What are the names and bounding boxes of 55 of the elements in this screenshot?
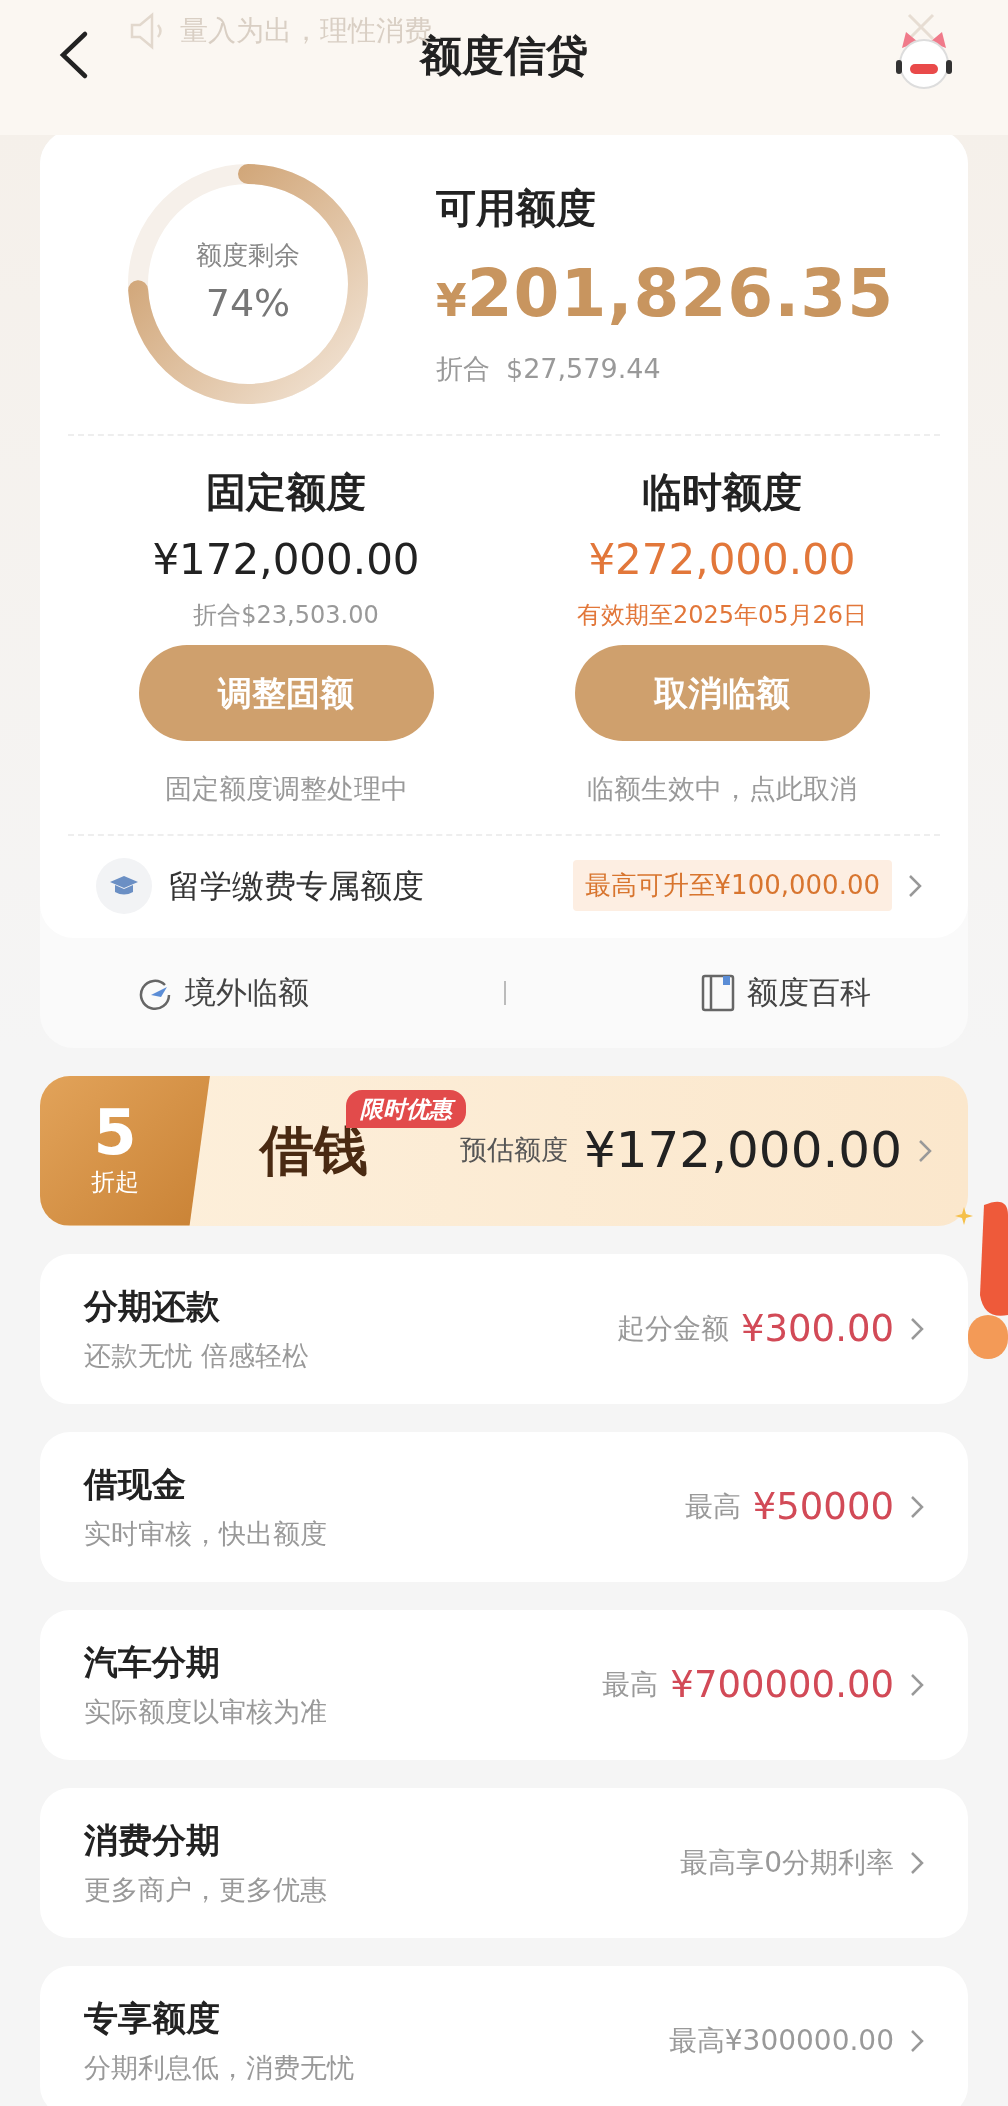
product-amount: ¥300.00	[741, 1305, 894, 1352]
currency-symbol: ¥	[436, 274, 467, 329]
limit-amount: ¥272,000.00	[588, 534, 856, 586]
product-label: 最高	[602, 1666, 659, 1703]
graduation-cap-icon	[96, 857, 152, 914]
limit-amount: ¥172,000.00	[152, 534, 420, 586]
product-label: 最高享0分期利率	[680, 1844, 894, 1881]
estimate-label: 预估额度	[459, 1133, 568, 1168]
chevron-right-icon[interactable]	[910, 2028, 924, 2053]
product-card[interactable]: 借现金 实时审核，快出额度 最高 ¥50000	[40, 1431, 968, 1582]
product-card[interactable]: 专享额度 分期利息低，消费无忧 最高¥300000.00	[40, 1965, 968, 2106]
product-title: 汽车分期	[84, 1640, 221, 1684]
product-label: 最高	[684, 1488, 741, 1525]
quick-link[interactable]: 境外临额	[185, 969, 310, 1016]
product-title: 消费分期	[84, 1818, 221, 1862]
estimate-amount: ¥172,000.00	[583, 1120, 902, 1181]
limit-title: 固定额度	[206, 468, 366, 517]
chevron-right-icon[interactable]	[910, 1494, 924, 1519]
ring-label: 额度剩余	[196, 239, 300, 272]
product-subtitle: 实时审核，快出额度	[84, 1516, 327, 1551]
product-label: 起分金额	[617, 1310, 729, 1347]
limit-note: 折合$23,503.00	[193, 600, 379, 631]
study-limit-label[interactable]: 留学缴费专属额度	[168, 861, 573, 910]
study-limit-tag: 最高可升至¥100,000.00	[572, 860, 892, 911]
product-title: 专享额度	[84, 1996, 221, 2040]
chevron-right-icon[interactable]	[910, 1316, 924, 1341]
product-subtitle: 更多商户，更多优惠	[84, 1872, 327, 1907]
discount-number: 5	[93, 1101, 137, 1164]
available-limit-label: 可用额度	[436, 184, 597, 234]
product-label: 最高¥300000.00	[668, 2022, 894, 2059]
limit-note: 有效期至2025年05月26日	[576, 600, 868, 631]
chevron-right-icon[interactable]	[918, 1138, 932, 1163]
product-card[interactable]: 汽车分期 实际额度以审核为准 最高 ¥700000.00	[40, 1609, 968, 1760]
chevron-right-icon[interactable]	[910, 1850, 924, 1875]
ring-percentage: 74%	[205, 280, 291, 327]
product-title: 借现金	[84, 1462, 187, 1506]
chevron-right-icon[interactable]	[910, 1672, 924, 1697]
product-subtitle: 实际额度以审核为准	[84, 1694, 327, 1729]
close-icon[interactable]	[906, 12, 936, 42]
sparkle-icon	[955, 1207, 973, 1225]
converted-amount: $27,579.44	[506, 352, 661, 387]
product-card[interactable]: 分期还款 还款无忧 倍感轻松 起分金额 ¥300.00	[40, 1253, 968, 1404]
limit-title: 临时额度	[642, 468, 802, 517]
product-title: 分期还款	[84, 1284, 221, 1328]
product-subtitle: 分期利息低，消费无忧	[84, 2050, 354, 2085]
available-amount: 201,826.35	[466, 254, 895, 335]
product-amount: ¥50000	[752, 1483, 894, 1530]
discount-unit: 折起	[91, 1166, 139, 1198]
quick-link[interactable]: 额度百科	[746, 969, 871, 1016]
product-subtitle: 还款无忧 倍感轻松	[84, 1338, 309, 1373]
chevron-right-icon[interactable]	[908, 873, 922, 898]
product-card[interactable]: 消费分期 更多商户，更多优惠 最高享0分期利率	[40, 1787, 968, 1938]
product-amount: ¥700000.00	[670, 1661, 894, 1708]
converted-label: 折合	[436, 352, 490, 387]
book-icon	[700, 973, 735, 1012]
